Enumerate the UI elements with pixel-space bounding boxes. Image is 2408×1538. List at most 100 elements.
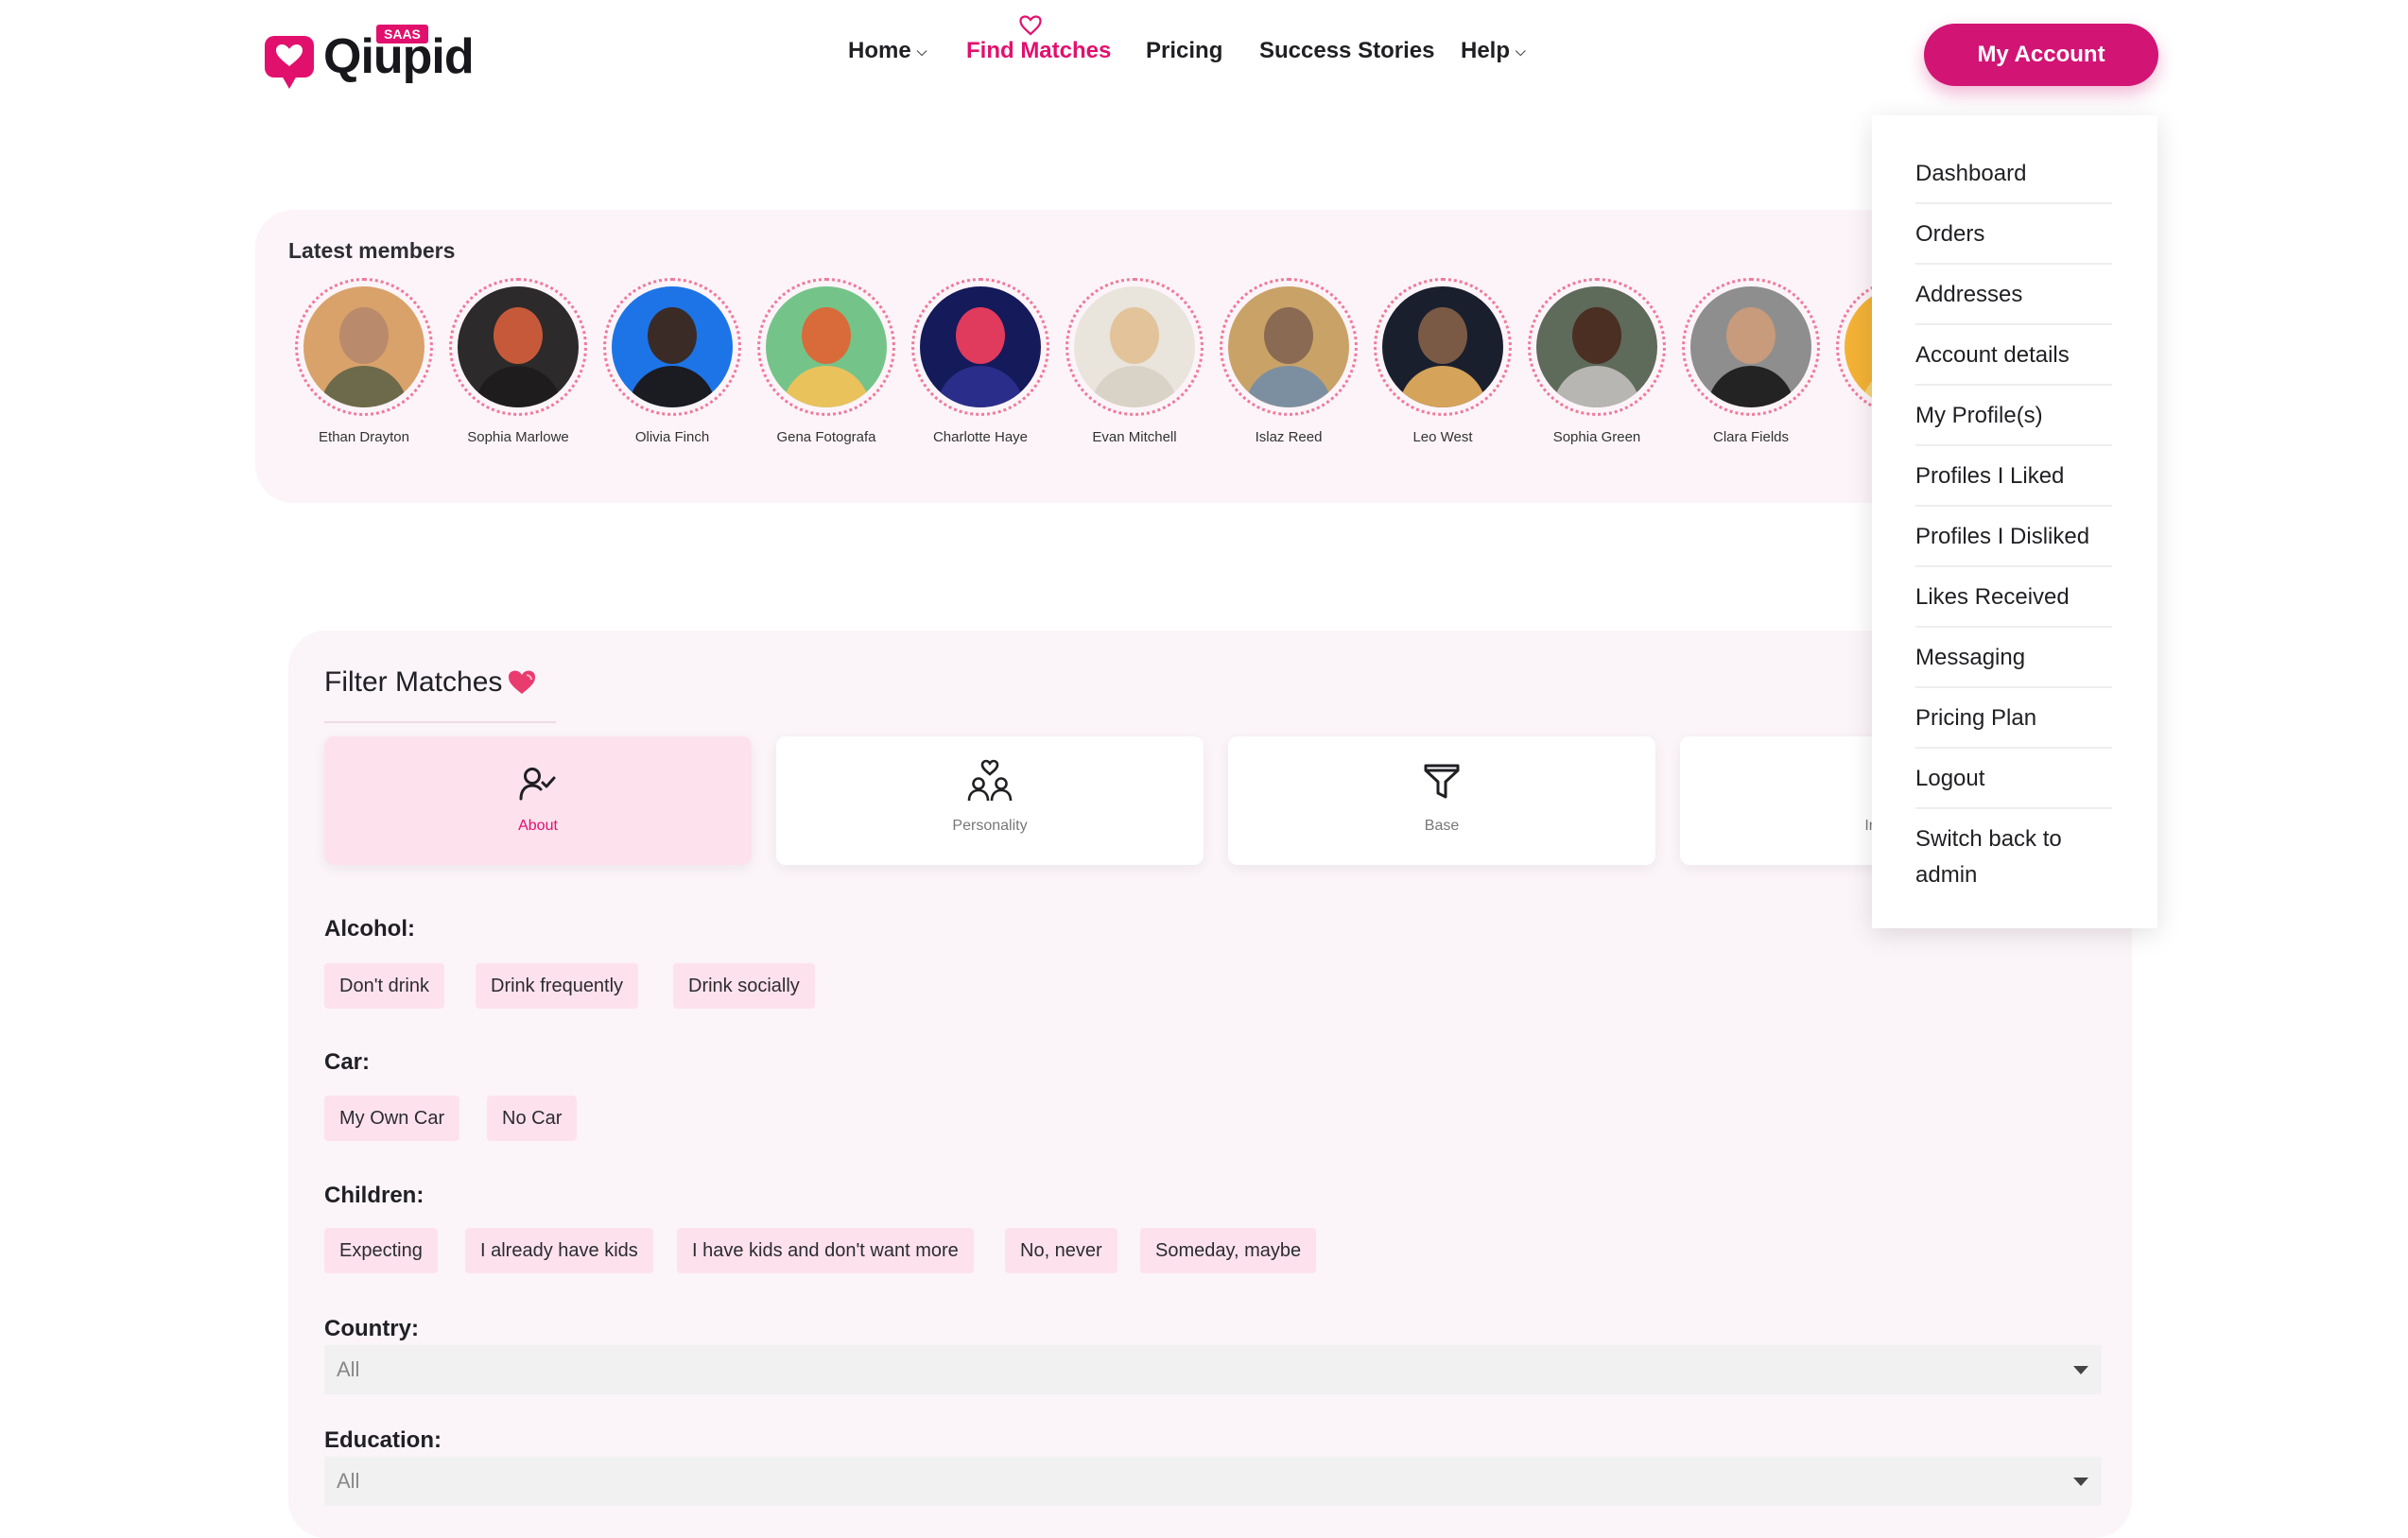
member-card[interactable]: Sophia Marlowe <box>442 278 594 445</box>
nav-find-matches[interactable]: Find Matches <box>966 38 1111 64</box>
member-name: Evan Mitchell <box>1092 429 1177 445</box>
brand-badge: SAAS <box>376 25 428 43</box>
my-account-button[interactable]: My Account <box>1924 24 2158 86</box>
menu-item-pricing-plan[interactable]: Pricing Plan <box>1915 700 2112 736</box>
menu-divider <box>1915 384 2112 386</box>
avatar-ring <box>295 278 433 416</box>
member-card[interactable]: Gena Fotografa <box>751 278 902 445</box>
education-select[interactable]: All <box>324 1457 2102 1506</box>
education-label: Education: <box>324 1427 442 1453</box>
menu-divider <box>1915 747 2112 749</box>
children-option[interactable]: I have kids and don't want more <box>677 1228 974 1273</box>
heart-icon <box>509 670 536 694</box>
avatar-ring <box>1220 278 1358 416</box>
avatar-ring <box>449 278 587 416</box>
filter-title: Filter Matches <box>324 666 536 699</box>
menu-divider <box>1915 626 2112 628</box>
avatar <box>1382 286 1503 407</box>
menu-divider <box>1915 444 2112 446</box>
alcohol-option[interactable]: Drink frequently <box>476 963 639 1009</box>
menu-item-my-profiles[interactable]: My Profile(s) <box>1915 398 2112 434</box>
menu-item-orders[interactable]: Orders <box>1915 216 2112 252</box>
avatar-ring <box>603 278 741 416</box>
filter-title-underline <box>324 721 556 723</box>
avatar <box>1074 286 1195 407</box>
avatar <box>458 286 579 407</box>
avatar-ring <box>757 278 895 416</box>
alcohol-option[interactable]: Drink socially <box>673 963 815 1009</box>
tab-personality[interactable]: Personality <box>776 736 1204 865</box>
user-check-icon <box>519 768 556 801</box>
tab-about[interactable]: About <box>324 736 752 865</box>
heart-logo-icon <box>265 36 314 89</box>
children-option[interactable]: No, never <box>1005 1228 1117 1273</box>
caret-down-icon <box>2073 1478 2088 1486</box>
menu-divider <box>1915 565 2112 567</box>
menu-item-switch-to-admin[interactable]: Switch back to admin <box>1915 821 2112 893</box>
menu-item-addresses[interactable]: Addresses <box>1915 277 2112 313</box>
chevron-down-icon: ⌵ <box>1516 43 1526 59</box>
menu-item-dashboard[interactable]: Dashboard <box>1915 156 2112 192</box>
car-option[interactable]: No Car <box>487 1096 578 1141</box>
caret-down-icon <box>2073 1366 2088 1374</box>
menu-divider <box>1915 263 2112 265</box>
tab-personality-label: Personality <box>952 818 1028 834</box>
country-select[interactable]: All <box>324 1345 2102 1394</box>
nav-home[interactable]: Home ⌵ <box>848 38 927 64</box>
member-card[interactable]: Sophia Green <box>1521 278 1672 445</box>
alcohol-label: Alcohol: <box>324 916 415 942</box>
latest-members-card: Latest members Ethan Drayton Sophia Marl… <box>255 210 2146 503</box>
menu-item-likes-received[interactable]: Likes Received <box>1915 579 2112 615</box>
brand-logo[interactable]: Qiupid SAAS <box>265 25 475 89</box>
member-card[interactable]: Leo West <box>1367 278 1518 445</box>
nav-help[interactable]: Help ⌵ <box>1461 38 1526 64</box>
avatar-ring <box>911 278 1049 416</box>
menu-item-messaging[interactable]: Messaging <box>1915 640 2112 676</box>
member-name: Sophia Marlowe <box>467 429 569 445</box>
member-card[interactable]: Clara Fields <box>1675 278 1827 445</box>
filter-matches-card: Filter Matches About Personality Base Al… <box>288 631 2132 1538</box>
children-option[interactable]: Someday, maybe <box>1140 1228 1317 1273</box>
country-label: Country: <box>324 1316 419 1341</box>
tab-base-label: Base <box>1424 818 1460 834</box>
member-name: Sophia Green <box>1552 429 1641 445</box>
menu-divider <box>1915 686 2112 688</box>
avatar <box>612 286 733 407</box>
member-card[interactable]: Islaz Reed <box>1213 278 1364 445</box>
nav-pricing[interactable]: Pricing <box>1146 38 1222 64</box>
member-card[interactable]: Ethan Drayton <box>288 278 440 445</box>
avatar <box>1536 286 1657 407</box>
nav-help-label: Help <box>1461 38 1511 63</box>
member-card[interactable]: Evan Mitchell <box>1059 278 1210 445</box>
nav-home-label: Home <box>848 38 911 63</box>
menu-divider <box>1915 807 2112 809</box>
children-option[interactable]: Expecting <box>324 1228 438 1273</box>
alcohol-option[interactable]: Don't drink <box>324 963 444 1009</box>
menu-divider <box>1915 505 2112 507</box>
avatar-ring <box>1065 278 1204 416</box>
menu-divider <box>1915 323 2112 325</box>
filter-icon <box>1424 764 1460 799</box>
children-option[interactable]: I already have kids <box>465 1228 653 1273</box>
education-select-value: All <box>337 1469 360 1493</box>
car-option[interactable]: My Own Car <box>324 1096 460 1141</box>
nav-success-stories[interactable]: Success Stories <box>1259 38 1434 64</box>
tab-about-label: About <box>518 818 558 834</box>
member-card[interactable]: Charlotte Haye <box>905 278 1056 445</box>
member-card[interactable]: Olivia Finch <box>597 278 748 445</box>
chevron-down-icon: ⌵ <box>916 43 927 59</box>
menu-item-logout[interactable]: Logout <box>1915 761 2112 797</box>
member-name: Charlotte Haye <box>932 429 1029 445</box>
avatar <box>766 286 887 407</box>
nav-pricing-label: Pricing <box>1146 38 1223 63</box>
menu-item-account-details[interactable]: Account details <box>1915 337 2112 373</box>
tab-base[interactable]: Base <box>1228 736 1655 865</box>
car-label: Car: <box>324 1049 371 1075</box>
menu-item-profiles-liked[interactable]: Profiles I Liked <box>1915 458 2112 494</box>
member-name: Olivia Finch <box>634 429 710 445</box>
country-select-value: All <box>337 1357 360 1381</box>
menu-item-profiles-disliked[interactable]: Profiles I Disliked <box>1915 519 2112 555</box>
account-dropdown-menu: Dashboard Orders Addresses Account detai… <box>1872 115 2157 928</box>
avatar <box>303 286 424 407</box>
children-label: Children: <box>324 1183 424 1208</box>
